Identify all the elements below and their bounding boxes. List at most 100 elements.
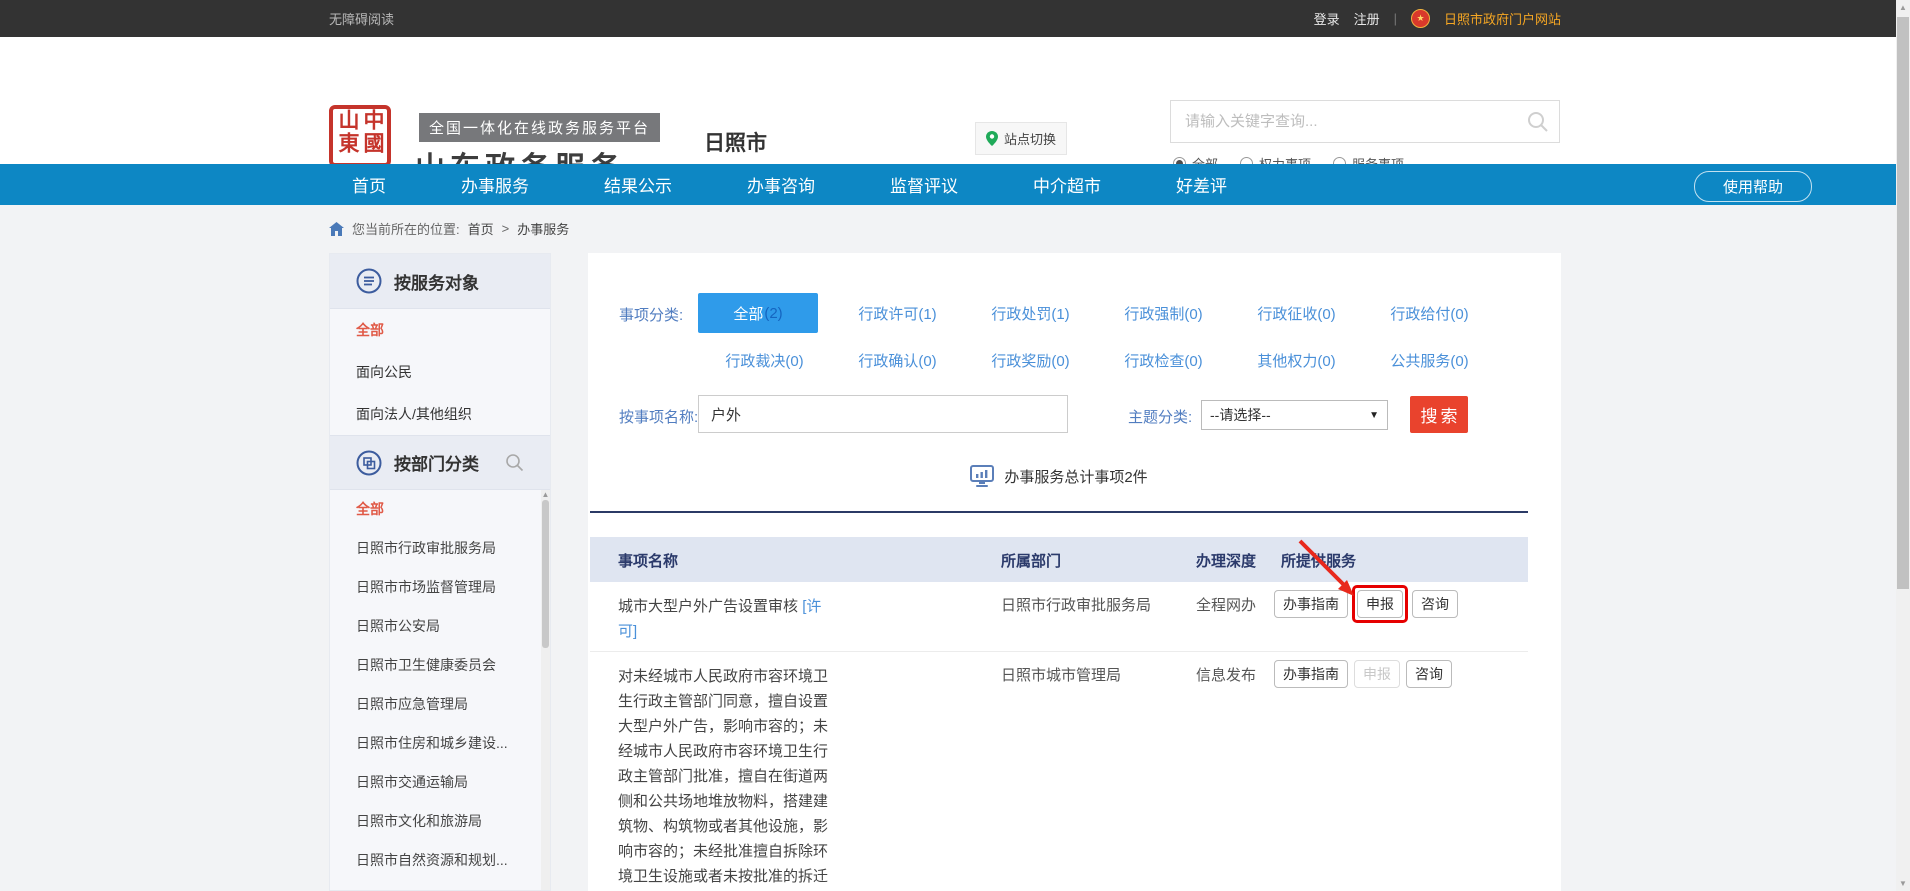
scroll-down-icon[interactable]: ▼ [1896, 876, 1910, 891]
nav-results[interactable]: 结果公示 [604, 172, 672, 197]
tab-administrative-penalty[interactable]: 行政处罚(1) [964, 293, 1097, 333]
tab-all-label: 全部 [733, 303, 763, 324]
breadcrumb-separator: > [502, 221, 510, 236]
breadcrumb-prefix: 您当前所在的位置: [352, 219, 460, 238]
stats-monitor-icon [970, 465, 994, 487]
keyword-search-input[interactable] [1171, 113, 1527, 130]
shandong-seal-logo: 中國山東 [329, 105, 391, 167]
sidebar-item-department[interactable]: 日照市住房和城乡建设... [330, 724, 550, 763]
page-scrollbar[interactable]: ▲ ▼ [1896, 0, 1910, 891]
sidebar-item-department[interactable]: 日照市行政审批服务局 [330, 529, 550, 568]
sidebar-item-department[interactable]: 日照市市场监督管理局 [330, 568, 550, 607]
login-link[interactable]: 登录 [1314, 9, 1340, 28]
col-header-services: 所提供服务 [1281, 550, 1356, 571]
col-header-item-name: 事项名称 [618, 550, 678, 571]
services-cell: 办事指南 申报 咨询 [1274, 660, 1452, 688]
tab-all-count: (2) [764, 305, 782, 322]
city-name: 日照市 [704, 127, 767, 157]
nav-services[interactable]: 办事服务 [461, 172, 529, 197]
help-button[interactable]: 使用帮助 [1694, 171, 1812, 202]
guide-button[interactable]: 办事指南 [1274, 660, 1348, 688]
depth-cell: 信息发布 [1196, 664, 1256, 685]
search-icon[interactable] [1527, 111, 1549, 133]
item-name-cell: 对未经城市人民政府市容环境卫生行政主管部门同意，擅自设置大型户外广告，影响市容的… [618, 664, 836, 891]
main-navigation: 首页 办事服务 结果公示 办事咨询 监督评议 中介超市 好差评 使用帮助 [0, 164, 1910, 205]
department-circle-icon [356, 450, 382, 476]
nav-home[interactable]: 首页 [352, 172, 386, 197]
table-row: 对未经城市人民政府市容环境卫生行政主管部门同意，擅自设置大型户外广告，影响市容的… [590, 652, 1528, 891]
page-scrollbar-thumb[interactable] [1897, 17, 1909, 589]
sidebar-item-department[interactable]: 日照市应急管理局 [330, 685, 550, 724]
sidebar-item-citizens[interactable]: 面向公民 [330, 351, 550, 393]
tab-administrative-confirmation[interactable]: 行政确认(0) [831, 348, 964, 372]
department-search-icon[interactable] [505, 453, 524, 472]
nav-consult[interactable]: 办事咨询 [747, 172, 815, 197]
keyword-search-box [1170, 100, 1560, 143]
depth-cell: 全程网办 [1196, 594, 1256, 615]
sidebar-item-department[interactable]: 日照市自然资源和规划... [330, 841, 550, 880]
guide-button[interactable]: 办事指南 [1274, 590, 1348, 618]
scroll-up-icon[interactable]: ▲ [541, 490, 550, 500]
topic-filter-label: 主题分类: [1128, 406, 1192, 427]
table-header: 事项名称 所属部门 办理深度 所提供服务 [590, 537, 1528, 582]
tab-all[interactable]: 全部(2) [698, 293, 818, 333]
home-icon [329, 222, 344, 236]
name-filter-label: 按事项名称: [619, 406, 698, 427]
tab-administrative-reward[interactable]: 行政奖励(0) [964, 348, 1097, 372]
department-list-scrollbar[interactable]: ▲ [541, 490, 550, 890]
sidebar-item-department[interactable]: 日照市卫生健康委员会 [330, 646, 550, 685]
tab-administrative-inspection[interactable]: 行政检查(0) [1097, 348, 1230, 372]
city-portal-link[interactable]: 日照市政府门户网站 [1444, 9, 1561, 28]
tab-public-services[interactable]: 公共服务(0) [1363, 348, 1496, 372]
tab-administrative-coercion[interactable]: 行政强制(0) [1097, 293, 1230, 333]
nav-supervision[interactable]: 监督评议 [890, 172, 958, 197]
topic-select[interactable]: --请选择-- ▼ [1201, 400, 1388, 430]
tab-administrative-ruling[interactable]: 行政裁决(0) [698, 348, 831, 372]
site-switch-label: 站点切换 [1004, 129, 1056, 148]
summary-text: 办事服务总计事项2件 [1004, 466, 1147, 487]
list-circle-icon [356, 268, 382, 294]
search-button[interactable]: 搜索 [1410, 396, 1468, 433]
scroll-up-icon[interactable]: ▲ [1896, 0, 1910, 15]
breadcrumb-home[interactable]: 首页 [468, 219, 494, 238]
sidebar-item-department[interactable]: 日照市交通运输局 [330, 763, 550, 802]
item-name-link[interactable]: 城市大型户外广告设置审核 [618, 598, 798, 615]
service-target-list: 全部 面向公民 面向法人/其他组织 [330, 309, 550, 435]
item-name-link[interactable]: 对未经城市人民政府市容环境卫生行政主管部门同意，擅自设置大型户外广告，影响市容的… [618, 668, 828, 891]
department-scrollbar-thumb[interactable] [542, 500, 549, 648]
sidebar-item-legal-persons[interactable]: 面向法人/其他组织 [330, 393, 550, 435]
sidebar: 按服务对象 全部 面向公民 面向法人/其他组织 按部门分类 全部 日照市行政审批… [329, 253, 551, 891]
nav-rating[interactable]: 好差评 [1176, 172, 1227, 197]
sidebar-item-department-all[interactable]: 全部 [330, 490, 550, 529]
table-row: 城市大型户外广告设置审核 [许可] 日照市行政审批服务局 全程网办 办事指南 申… [590, 582, 1528, 652]
site-header: 中國山東 全国一体化在线政务服务平台 山东政务服务 日照市 站点切换 全部 权力… [0, 37, 1910, 164]
sidebar-item-department[interactable]: 日照市文化和旅游局 [330, 802, 550, 841]
main-panel: 事项分类: 全部(2) 行政许可(1) 行政处罚(1) 行政强制(0) 行政征收… [588, 253, 1561, 891]
consult-button[interactable]: 咨询 [1406, 660, 1452, 688]
tab-administrative-license[interactable]: 行政许可(1) [831, 293, 964, 333]
national-emblem-icon: ★ [1411, 9, 1430, 28]
breadcrumb-current: 办事服务 [517, 219, 569, 238]
category-tabs-row1: 全部(2) 行政许可(1) 行政处罚(1) 行政强制(0) 行政征收(0) 行政… [698, 293, 1496, 333]
site-switch-button[interactable]: 站点切换 [975, 122, 1067, 155]
sidebar-title-service-target: 按服务对象 [394, 269, 479, 294]
consult-button[interactable]: 咨询 [1412, 590, 1458, 618]
apply-button[interactable]: 申报 [1357, 590, 1403, 618]
category-tabs-row2: 行政裁决(0) 行政确认(0) 行政奖励(0) 行政检查(0) 其他权力(0) … [698, 348, 1496, 372]
sidebar-section-service-target: 按服务对象 [330, 254, 550, 309]
register-link[interactable]: 注册 [1354, 9, 1380, 28]
breadcrumb: 您当前所在的位置: 首页 > 办事服务 [329, 219, 569, 238]
tab-other-powers[interactable]: 其他权力(0) [1230, 348, 1363, 372]
accessibility-link[interactable]: 无障碍阅读 [329, 9, 394, 28]
department-list: 全部 日照市行政审批服务局 日照市市场监督管理局 日照市公安局 日照市卫生健康委… [330, 490, 550, 890]
summary-divider [590, 511, 1528, 513]
item-name-input[interactable] [698, 395, 1068, 433]
services-cell: 办事指南 申报 咨询 [1274, 590, 1458, 618]
topic-select-value: --请选择-- [1210, 405, 1271, 425]
summary-line: 办事服务总计事项2件 [590, 465, 1528, 487]
nav-intermediary[interactable]: 中介超市 [1033, 172, 1101, 197]
tab-administrative-payment[interactable]: 行政给付(0) [1363, 293, 1496, 333]
tab-administrative-levy[interactable]: 行政征收(0) [1230, 293, 1363, 333]
sidebar-item-all-targets[interactable]: 全部 [330, 309, 550, 351]
sidebar-item-department[interactable]: 日照市公安局 [330, 607, 550, 646]
